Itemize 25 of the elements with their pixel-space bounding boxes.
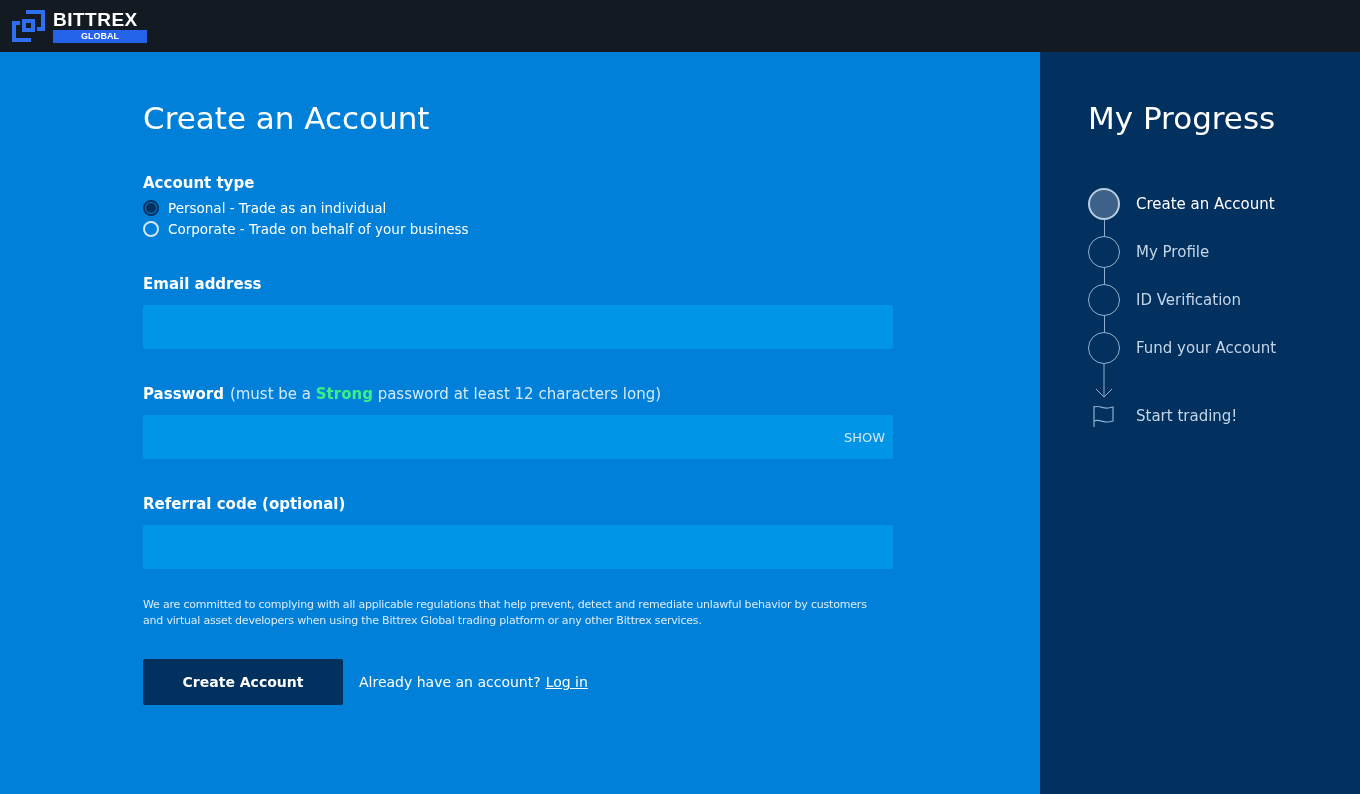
create-account-button[interactable]: Create Account: [143, 659, 343, 705]
flag-icon: [1091, 404, 1117, 428]
show-password-button[interactable]: SHOW: [843, 429, 885, 445]
step-label: ID Verification: [1136, 291, 1242, 309]
disclaimer-text: We are committed to complying with all applicable regulations that help prevent, detect and remediate unlawful behavior by customers and virtual asset developers when using the Bittrex Global trading platform or any other Bittrex services.: [143, 597, 868, 629]
progress-title: My Progress: [1088, 100, 1276, 136]
field-label: Email address: [143, 275, 262, 293]
password-hint: (must be a Strong password at least 12 characters long): [229, 385, 662, 403]
arrow-down-icon: [1095, 364, 1113, 398]
input-field[interactable]: SHOW: [143, 415, 893, 459]
logo-wordmark: BITTREX: [53, 9, 139, 30]
field-label: Password: [143, 385, 224, 403]
final-step-label: Start trading!: [1136, 407, 1238, 425]
logo-subtitle: GLOBAL: [53, 29, 147, 43]
field-label: Referral code (optional): [143, 495, 346, 513]
step-label: Fund your Account: [1136, 339, 1277, 357]
account-type-label: Account type: [143, 174, 255, 192]
step-label: My Profile: [1136, 243, 1210, 261]
login-prompt: Already have an account?: [359, 674, 541, 690]
radio-option[interactable]: Corporate - Trade on behalf of your business: [143, 221, 469, 237]
logo-icon: [12, 10, 45, 42]
radio-option[interactable]: Personal - Trade as an individual: [143, 200, 387, 216]
page-title: Create an Account: [143, 100, 430, 136]
login-link[interactable]: Log in: [545, 674, 588, 690]
step-label: Create an Account: [1136, 195, 1275, 213]
